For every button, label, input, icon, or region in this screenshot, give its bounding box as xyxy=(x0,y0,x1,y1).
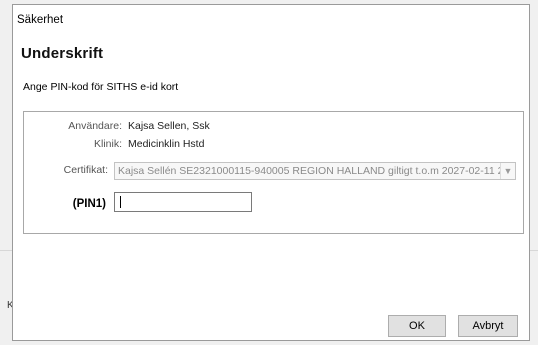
user-value: Kajsa Sellen, Ssk xyxy=(128,120,210,132)
text-cursor xyxy=(120,196,121,208)
certificate-label: Certifikat: xyxy=(63,164,108,176)
ok-button[interactable]: OK xyxy=(388,315,446,337)
certificate-row: Certifikat: xyxy=(24,164,114,176)
cancel-button[interactable]: Avbryt xyxy=(458,315,518,337)
pin-label: (PIN1) xyxy=(72,198,106,210)
background-divider xyxy=(530,250,538,251)
background-divider xyxy=(0,250,12,251)
signature-heading: Underskrift xyxy=(21,45,104,62)
pin-input[interactable] xyxy=(114,192,252,212)
user-label: Användare: xyxy=(68,120,122,132)
signer-info-group: Användare: Kajsa Sellen, Ssk Klinik: Med… xyxy=(23,111,524,234)
user-row: Användare: Kajsa Sellen, Ssk xyxy=(24,120,210,132)
certificate-value: Kajsa Sellén SE2321000115-940005 REGION … xyxy=(118,165,500,177)
dialog-content: Underskrift Ange PIN-kod för SITHS e-id … xyxy=(13,35,529,340)
pin-instruction: Ange PIN-kod för SITHS e-id kort xyxy=(23,81,179,93)
clinic-label: Klinik: xyxy=(93,138,122,150)
clinic-value: Medicinklin Hstd xyxy=(128,138,205,150)
dialog-title-bar: Säkerhet xyxy=(13,5,529,35)
chevron-down-icon[interactable]: ▼ xyxy=(500,163,515,179)
certificate-select[interactable]: Kajsa Sellén SE2321000115-940005 REGION … xyxy=(114,162,516,180)
security-dialog: Säkerhet Underskrift Ange PIN-kod för SI… xyxy=(12,4,530,341)
dialog-title: Säkerhet xyxy=(17,14,64,26)
clinic-row: Klinik: Medicinklin Hstd xyxy=(24,138,204,150)
